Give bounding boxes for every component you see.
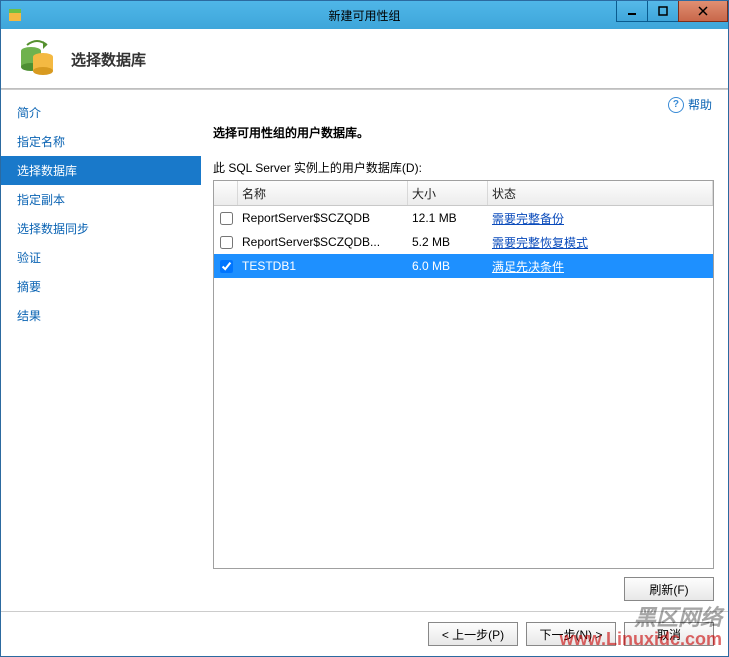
close-icon <box>698 6 708 16</box>
database-icon <box>17 39 57 79</box>
nav-item-validate[interactable]: 验证 <box>1 243 201 272</box>
refresh-row: 刷新(F) <box>213 569 714 601</box>
main-panel: ? 帮助 选择可用性组的用户数据库。 此 SQL Server 实例上的用户数据… <box>201 90 728 611</box>
database-table: 名称 大小 状态 ReportServer$SCZQDB 12.1 MB 需要完… <box>213 180 714 569</box>
help-icon: ? <box>668 97 684 113</box>
wizard-window: 新建可用性组 选择数据库 简介 指定名 <box>0 0 729 657</box>
nav-item-result[interactable]: 结果 <box>1 301 201 330</box>
row-name: ReportServer$SCZQDB <box>238 206 408 230</box>
maximize-icon <box>658 6 668 16</box>
col-size[interactable]: 大小 <box>408 181 488 205</box>
cancel-button[interactable]: 取消 <box>624 622 714 646</box>
next-button[interactable]: 下一步(N) > <box>526 622 616 646</box>
row-size: 6.0 MB <box>408 254 488 278</box>
nav-item-select-database[interactable]: 选择数据库 <box>1 156 201 185</box>
nav-item-specify-replica[interactable]: 指定副本 <box>1 185 201 214</box>
body: 简介 指定名称 选择数据库 指定副本 选择数据同步 验证 摘要 结果 ? 帮助 … <box>1 90 728 611</box>
window-buttons <box>617 1 728 21</box>
row-checkbox[interactable] <box>220 260 233 273</box>
row-name: ReportServer$SCZQDB... <box>238 230 408 254</box>
help-link[interactable]: ? 帮助 <box>668 96 712 113</box>
col-name[interactable]: 名称 <box>238 181 408 205</box>
page-header: 选择数据库 <box>1 29 728 90</box>
row-size: 12.1 MB <box>408 206 488 230</box>
nav-item-specify-name[interactable]: 指定名称 <box>1 127 201 156</box>
nav-item-data-sync[interactable]: 选择数据同步 <box>1 214 201 243</box>
close-button[interactable] <box>678 1 728 22</box>
help-label: 帮助 <box>688 96 712 113</box>
refresh-button[interactable]: 刷新(F) <box>624 577 714 601</box>
row-checkbox[interactable] <box>220 236 233 249</box>
page-title: 选择数据库 <box>71 49 146 70</box>
col-status[interactable]: 状态 <box>488 181 713 205</box>
minimize-button[interactable] <box>616 1 648 22</box>
row-status-link[interactable]: 需要完整备份 <box>492 210 564 227</box>
nav-item-summary[interactable]: 摘要 <box>1 272 201 301</box>
wizard-footer: < 上一步(P) 下一步(N) > 取消 <box>1 611 728 656</box>
maximize-button[interactable] <box>647 1 679 22</box>
wizard-sidebar: 简介 指定名称 选择数据库 指定副本 选择数据同步 验证 摘要 结果 <box>1 90 201 611</box>
minimize-icon <box>627 6 637 16</box>
instruction-text: 选择可用性组的用户数据库。 <box>213 124 714 141</box>
titlebar: 新建可用性组 <box>1 1 728 29</box>
row-checkbox[interactable] <box>220 212 233 225</box>
table-row[interactable]: ReportServer$SCZQDB... 5.2 MB 需要完整恢复模式 <box>214 230 713 254</box>
table-row[interactable]: ReportServer$SCZQDB 12.1 MB 需要完整备份 <box>214 206 713 230</box>
row-status-link[interactable]: 满足先决条件 <box>492 258 564 275</box>
table-row[interactable]: TESTDB1 6.0 MB 满足先决条件 <box>214 254 713 278</box>
list-label: 此 SQL Server 实例上的用户数据库(D): <box>213 159 714 176</box>
prev-button[interactable]: < 上一步(P) <box>428 622 518 646</box>
row-name: TESTDB1 <box>238 254 408 278</box>
row-status-link[interactable]: 需要完整恢复模式 <box>492 234 588 251</box>
nav-item-intro[interactable]: 简介 <box>1 98 201 127</box>
row-size: 5.2 MB <box>408 230 488 254</box>
col-check[interactable] <box>214 181 238 205</box>
table-header: 名称 大小 状态 <box>214 181 713 206</box>
